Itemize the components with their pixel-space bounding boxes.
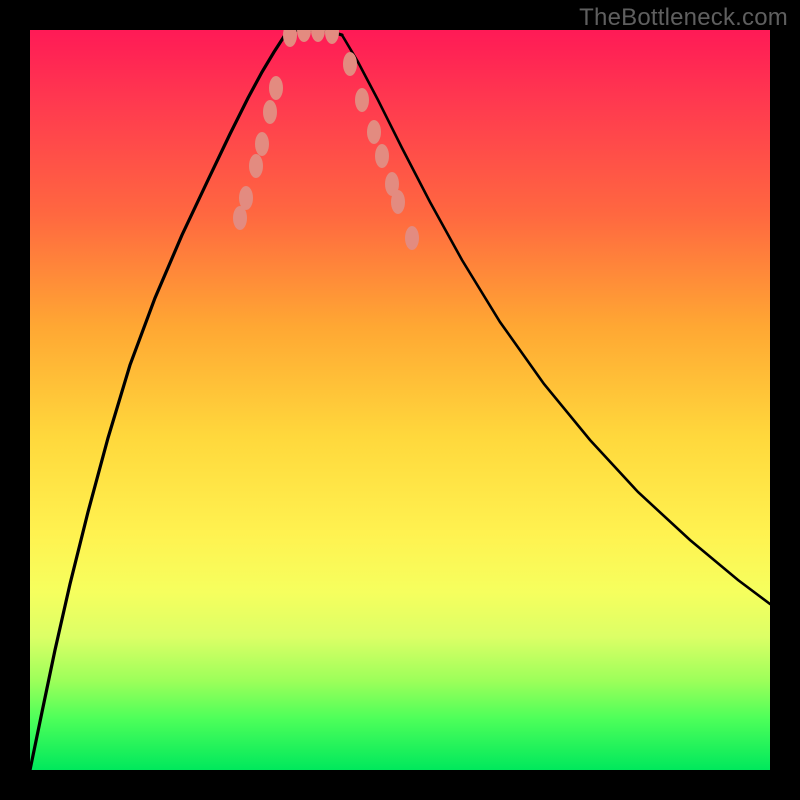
data-point [391,190,405,214]
data-point [263,100,277,124]
curve-svg [30,30,770,770]
data-point [343,52,357,76]
data-point [249,154,263,178]
data-point [311,30,325,42]
data-point [375,144,389,168]
data-point [325,30,339,44]
data-point [255,132,269,156]
data-point [367,120,381,144]
data-point [269,76,283,100]
plot-area [30,30,770,770]
data-point-group [233,30,419,250]
data-point [283,30,297,47]
data-point [355,88,369,112]
chart-frame: TheBottleneck.com [0,0,800,800]
right-curve-path [342,35,770,604]
data-point [297,30,311,42]
data-point [239,186,253,210]
data-point [405,226,419,250]
left-curve-path [30,35,285,770]
watermark-text: TheBottleneck.com [579,4,788,32]
